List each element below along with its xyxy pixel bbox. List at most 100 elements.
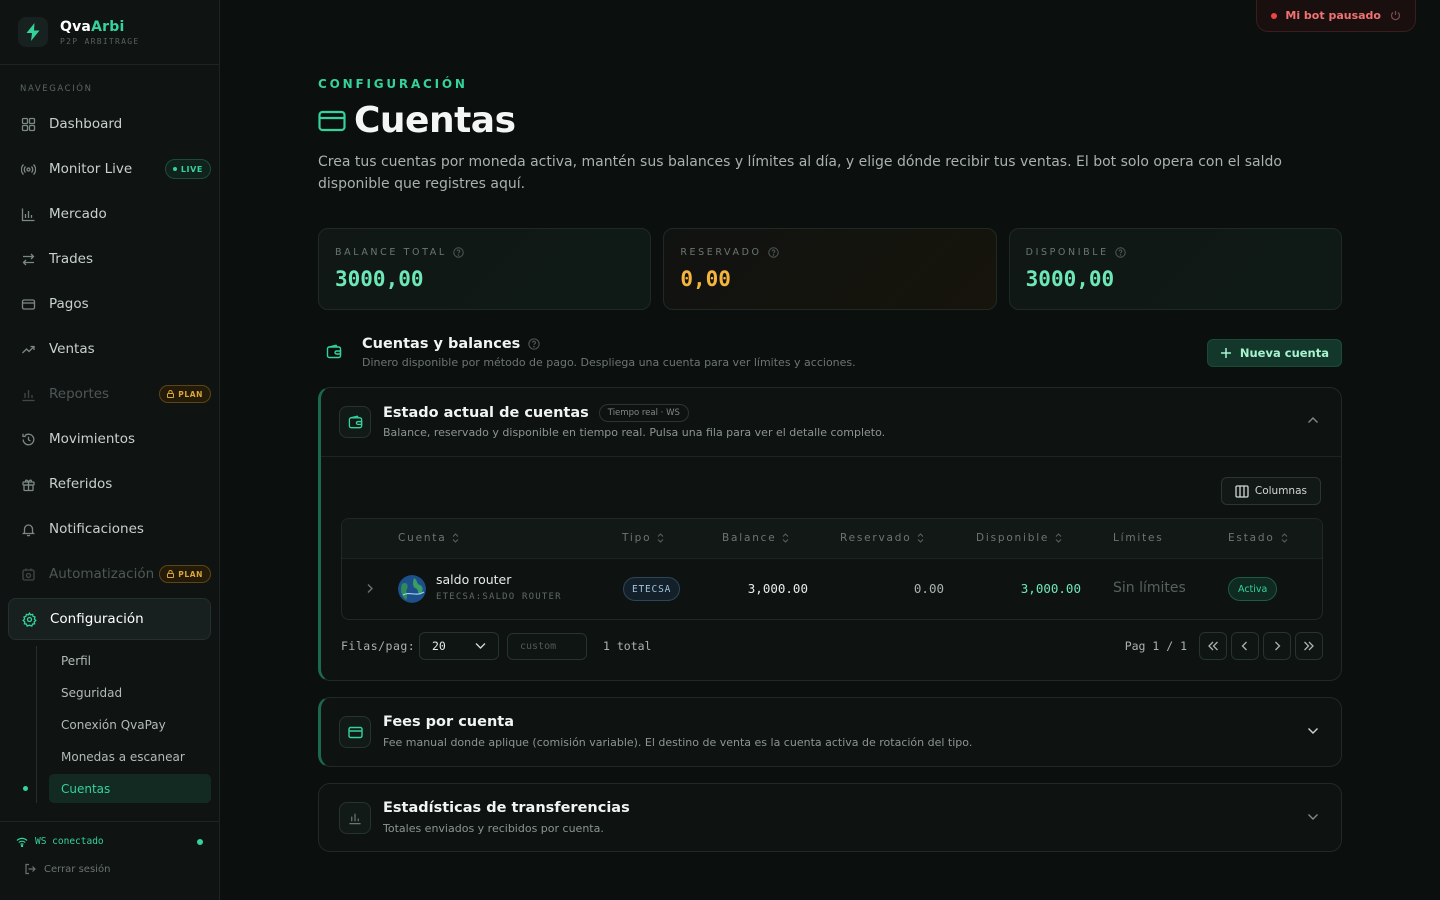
panel-header[interactable]: Estadísticas de transferencias Totales e… xyxy=(319,784,1341,851)
column-header-balance[interactable]: Balance xyxy=(722,532,789,544)
sidebar-item-monitor-live[interactable]: Monitor Live LIVE xyxy=(8,148,211,190)
chevrons-right-icon xyxy=(1304,641,1314,651)
chevron-right-icon xyxy=(1275,641,1281,651)
rows-per-page-select[interactable]: 20 xyxy=(419,632,499,660)
sidebar-item-mercado[interactable]: Mercado xyxy=(8,193,211,235)
help-icon[interactable] xyxy=(528,338,541,350)
dashboard-icon xyxy=(21,117,36,132)
brand-name: QvaArbi xyxy=(60,18,125,35)
sidebar-nav: Dashboard Monitor Live LIVE Mercado Trad… xyxy=(0,103,219,803)
main-content: Mi bot pausado CONFIGURACIÓN Cuentas Cre… xyxy=(220,0,1440,900)
chevron-down-icon xyxy=(475,643,486,649)
custom-rows-input[interactable] xyxy=(507,633,587,660)
bot-status-pill[interactable]: Mi bot pausado xyxy=(1256,0,1416,32)
subnav-item-cuentas[interactable]: Cuentas xyxy=(23,774,211,803)
page-title: Cuentas xyxy=(354,100,516,141)
brand[interactable]: QvaArbi P2P ARBITRAGE xyxy=(0,0,219,65)
limites-cell: Sin límites xyxy=(1113,580,1186,596)
sidebar-item-reportes[interactable]: Reportes PLAN xyxy=(8,373,211,415)
stats-row: BALANCE TOTAL 3000,00 RESERVADO 0,00 DIS… xyxy=(318,228,1342,310)
stat-value: 3000,00 xyxy=(1025,267,1115,291)
next-page-button[interactable] xyxy=(1263,632,1291,660)
sidebar-item-label: Configuración xyxy=(50,611,144,627)
section-title: Cuentas y balances xyxy=(362,336,541,352)
chevron-left-icon xyxy=(1241,641,1247,651)
new-account-button[interactable]: Nueva cuenta xyxy=(1206,339,1342,367)
columns-button[interactable]: Columnas xyxy=(1220,477,1321,505)
wifi-icon xyxy=(16,837,28,847)
reservado-cell: 0.00 xyxy=(913,581,944,596)
bot-status-dot xyxy=(1271,12,1278,19)
column-header-reservado[interactable]: Reservado xyxy=(840,532,924,544)
sort-icon xyxy=(783,533,789,543)
column-header-tipo[interactable]: Tipo xyxy=(622,532,664,544)
sort-icon xyxy=(1055,533,1062,543)
sidebar-item-notificaciones[interactable]: Notificaciones xyxy=(8,508,211,550)
panel-subtitle: Balance, reservado y disponible en tiemp… xyxy=(383,426,886,439)
swap-icon xyxy=(21,252,36,267)
chevron-down-icon[interactable] xyxy=(1307,813,1319,821)
radio-icon xyxy=(21,162,36,177)
subnav-item-monedas[interactable]: Monedas a escanear xyxy=(49,742,211,771)
table-pagination: Filas/pag: 20 1 total Pag 1 / 1 xyxy=(341,632,1323,660)
sidebar-item-trades[interactable]: Trades xyxy=(8,238,211,280)
accounts-status-panel: Estado actual de cuentas Tiempo real · WS… xyxy=(318,387,1342,681)
ws-status: WS conectado xyxy=(0,822,219,847)
chevron-up-icon[interactable] xyxy=(1307,416,1319,424)
help-icon[interactable] xyxy=(1115,247,1126,258)
sidebar-item-label: Referidos xyxy=(49,476,113,492)
sidebar-item-ventas[interactable]: Ventas xyxy=(8,328,211,370)
help-icon[interactable] xyxy=(767,247,779,258)
subnav-item-conexion-qvapay[interactable]: Conexión QvaPay xyxy=(49,710,211,739)
tipo-badge: ETECSA xyxy=(623,577,681,601)
subnav-item-seguridad[interactable]: Seguridad xyxy=(49,678,211,707)
column-header-estado[interactable]: Estado xyxy=(1228,532,1288,544)
plan-badge: PLAN xyxy=(159,565,211,583)
total-count: 1 total xyxy=(603,639,652,653)
realtime-tag: Tiempo real · WS xyxy=(598,404,689,422)
sidebar-item-movimientos[interactable]: Movimientos xyxy=(8,418,211,460)
sidebar-item-dashboard[interactable]: Dashboard xyxy=(8,103,211,145)
sidebar-item-configuracion[interactable]: Configuración xyxy=(8,598,211,640)
page-indicator: Pag 1 / 1 xyxy=(1124,639,1187,653)
plus-icon xyxy=(1220,348,1231,358)
panel-header[interactable]: Estado actual de cuentas Tiempo real · WS… xyxy=(321,388,1341,456)
sidebar-item-automatizacion[interactable]: Automatización PLAN xyxy=(8,553,211,595)
column-header-limites: Límites xyxy=(1113,532,1164,544)
section-subtitle: Dinero disponible por método de pago. De… xyxy=(362,356,856,369)
card-icon xyxy=(21,297,36,312)
last-page-button[interactable] xyxy=(1295,632,1323,660)
column-header-cuenta[interactable]: Cuenta xyxy=(398,532,459,544)
trend-icon xyxy=(21,342,36,357)
automation-icon xyxy=(21,567,36,582)
help-icon[interactable] xyxy=(453,247,464,258)
sidebar-item-label: Ventas xyxy=(49,341,95,357)
sort-icon xyxy=(453,533,459,543)
wallet-icon xyxy=(339,406,371,438)
balance-cell: 3,000.00 xyxy=(747,581,808,596)
gear-icon xyxy=(22,611,37,627)
page-description: Crea tus cuentas por moneda activa, mant… xyxy=(318,154,1282,192)
sidebar-footer: WS conectado Cerrar sesión xyxy=(0,821,219,900)
fees-panel[interactable]: Fees por cuenta Fee manual donde aplique… xyxy=(318,697,1342,767)
logout-button[interactable]: Cerrar sesión xyxy=(0,847,219,875)
panel-subtitle: Fee manual donde aplique (comisión varia… xyxy=(383,736,973,749)
sidebar-item-pagos[interactable]: Pagos xyxy=(8,283,211,325)
chevron-down-icon[interactable] xyxy=(1307,727,1319,735)
panel-subtitle: Totales enviados y recibidos por cuenta. xyxy=(383,822,604,835)
columns-icon xyxy=(1235,484,1249,498)
card-icon xyxy=(318,110,346,132)
sidebar-item-referidos[interactable]: Referidos xyxy=(8,463,211,505)
nav-section-title: NAVEGACIÓN xyxy=(20,84,93,94)
column-header-disponible[interactable]: Disponible xyxy=(976,532,1062,544)
subnav-item-perfil[interactable]: Perfil xyxy=(49,646,211,675)
table-row[interactable]: saldo router ETECSA:SALDO ROUTER ETECSA … xyxy=(342,559,1322,619)
panel-header[interactable]: Fees por cuenta Fee manual donde aplique… xyxy=(321,698,1341,766)
first-page-button[interactable] xyxy=(1199,632,1227,660)
stat-balance-total: BALANCE TOTAL 3000,00 xyxy=(318,228,652,310)
transfer-stats-panel[interactable]: Estadísticas de transferencias Totales e… xyxy=(318,783,1342,852)
sidebar-item-label: Movimientos xyxy=(49,431,135,447)
chevron-right-icon[interactable] xyxy=(366,583,374,594)
panel-title: Estado actual de cuentas Tiempo real · WS xyxy=(383,404,689,422)
prev-page-button[interactable] xyxy=(1231,632,1259,660)
